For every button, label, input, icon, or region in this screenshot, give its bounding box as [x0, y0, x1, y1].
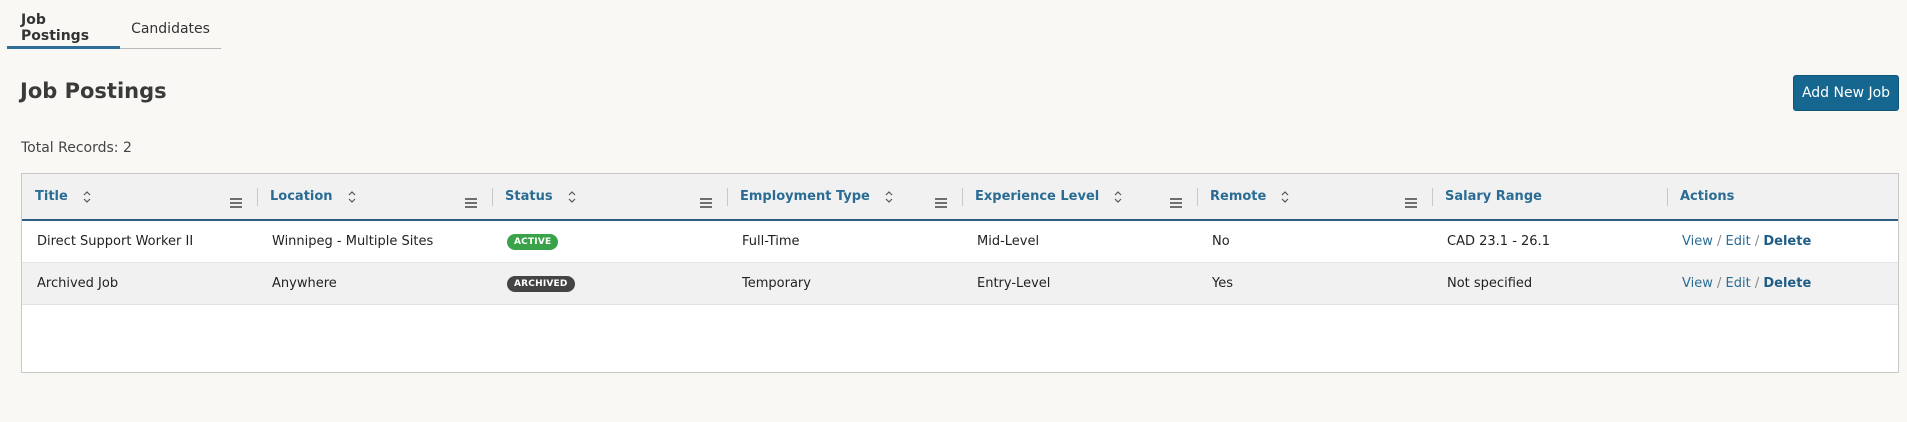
- cell-status: ARCHIVED: [492, 275, 727, 292]
- action-separator: /: [1717, 276, 1726, 291]
- view-link[interactable]: View: [1682, 234, 1713, 249]
- cell-employment-type: Temporary: [742, 276, 811, 291]
- cell-remote: No: [1212, 234, 1230, 249]
- column-separator: [257, 188, 258, 206]
- cell-title: Archived Job: [37, 276, 119, 291]
- action-separator: /: [1717, 234, 1726, 249]
- column-separator: [492, 188, 493, 206]
- tab-candidates[interactable]: Candidates: [120, 10, 221, 48]
- view-link[interactable]: View: [1682, 276, 1713, 291]
- tab-bar: Job Postings Candidates: [7, 10, 221, 49]
- column-separator: [727, 188, 728, 206]
- grid-header: Title Location Status Employment Type Ex…: [22, 174, 1898, 221]
- table-row: Direct Support Worker II Winnipeg - Mult…: [22, 221, 1898, 263]
- cell-title: Direct Support Worker II: [37, 234, 194, 249]
- menu-icon[interactable]: [935, 198, 947, 208]
- sort-icon[interactable]: [1280, 190, 1290, 204]
- column-separator: [1197, 188, 1198, 206]
- column-header-employment-type[interactable]: Employment Type: [727, 174, 962, 219]
- column-separator: [1432, 188, 1433, 206]
- column-header-experience-level[interactable]: Experience Level: [962, 174, 1197, 219]
- menu-icon[interactable]: [465, 198, 477, 208]
- column-header-label: Status: [505, 189, 553, 204]
- page-title: Job Postings: [20, 79, 167, 103]
- total-records: Total Records: 2: [21, 140, 132, 156]
- job-postings-grid: Title Location Status Employment Type Ex…: [21, 173, 1899, 373]
- cell-remote: Yes: [1212, 276, 1233, 291]
- menu-icon[interactable]: [700, 198, 712, 208]
- column-header-remote[interactable]: Remote: [1197, 174, 1432, 219]
- column-header-label: Title: [35, 189, 68, 204]
- status-badge: ACTIVE: [507, 234, 559, 250]
- column-header-salary-range: Salary Range: [1432, 174, 1667, 219]
- edit-link[interactable]: Edit: [1726, 276, 1751, 291]
- menu-icon[interactable]: [1170, 198, 1182, 208]
- sort-icon[interactable]: [884, 190, 894, 204]
- table-row: Archived Job Anywhere ARCHIVED Temporary…: [22, 263, 1898, 305]
- sort-icon[interactable]: [1113, 190, 1123, 204]
- column-header-title[interactable]: Title: [22, 174, 257, 219]
- column-separator: [1667, 188, 1668, 206]
- delete-link[interactable]: Delete: [1763, 276, 1811, 291]
- column-header-actions: Actions: [1667, 174, 1898, 219]
- column-header-status[interactable]: Status: [492, 174, 727, 219]
- cell-employment-type: Full-Time: [742, 234, 800, 249]
- status-badge: ARCHIVED: [507, 276, 575, 292]
- cell-experience-level: Mid-Level: [977, 234, 1040, 249]
- column-header-label: Salary Range: [1445, 189, 1542, 204]
- edit-link[interactable]: Edit: [1726, 234, 1751, 249]
- sort-icon[interactable]: [567, 190, 577, 204]
- cell-status: ACTIVE: [492, 233, 727, 250]
- delete-link[interactable]: Delete: [1763, 234, 1811, 249]
- cell-salary-range: Not specified: [1447, 276, 1533, 291]
- cell-salary-range: CAD 23.1 - 26.1: [1447, 234, 1550, 249]
- cell-actions: View / Edit / Delete: [1667, 276, 1898, 291]
- column-separator: [962, 188, 963, 206]
- cell-location: Anywhere: [272, 276, 337, 291]
- column-header-label: Employment Type: [740, 189, 870, 204]
- menu-icon[interactable]: [230, 198, 242, 208]
- column-header-label: Location: [270, 189, 333, 204]
- sort-icon[interactable]: [347, 190, 357, 204]
- sort-icon[interactable]: [82, 190, 92, 204]
- column-header-label: Actions: [1680, 189, 1735, 204]
- cell-location: Winnipeg - Multiple Sites: [272, 234, 434, 249]
- cell-experience-level: Entry-Level: [977, 276, 1051, 291]
- column-header-label: Remote: [1210, 189, 1267, 204]
- column-header-location[interactable]: Location: [257, 174, 492, 219]
- menu-icon[interactable]: [1405, 198, 1417, 208]
- add-new-job-button[interactable]: Add New Job: [1793, 75, 1899, 111]
- tab-job-postings[interactable]: Job Postings: [7, 10, 120, 49]
- cell-actions: View / Edit / Delete: [1667, 234, 1898, 249]
- column-header-label: Experience Level: [975, 189, 1100, 204]
